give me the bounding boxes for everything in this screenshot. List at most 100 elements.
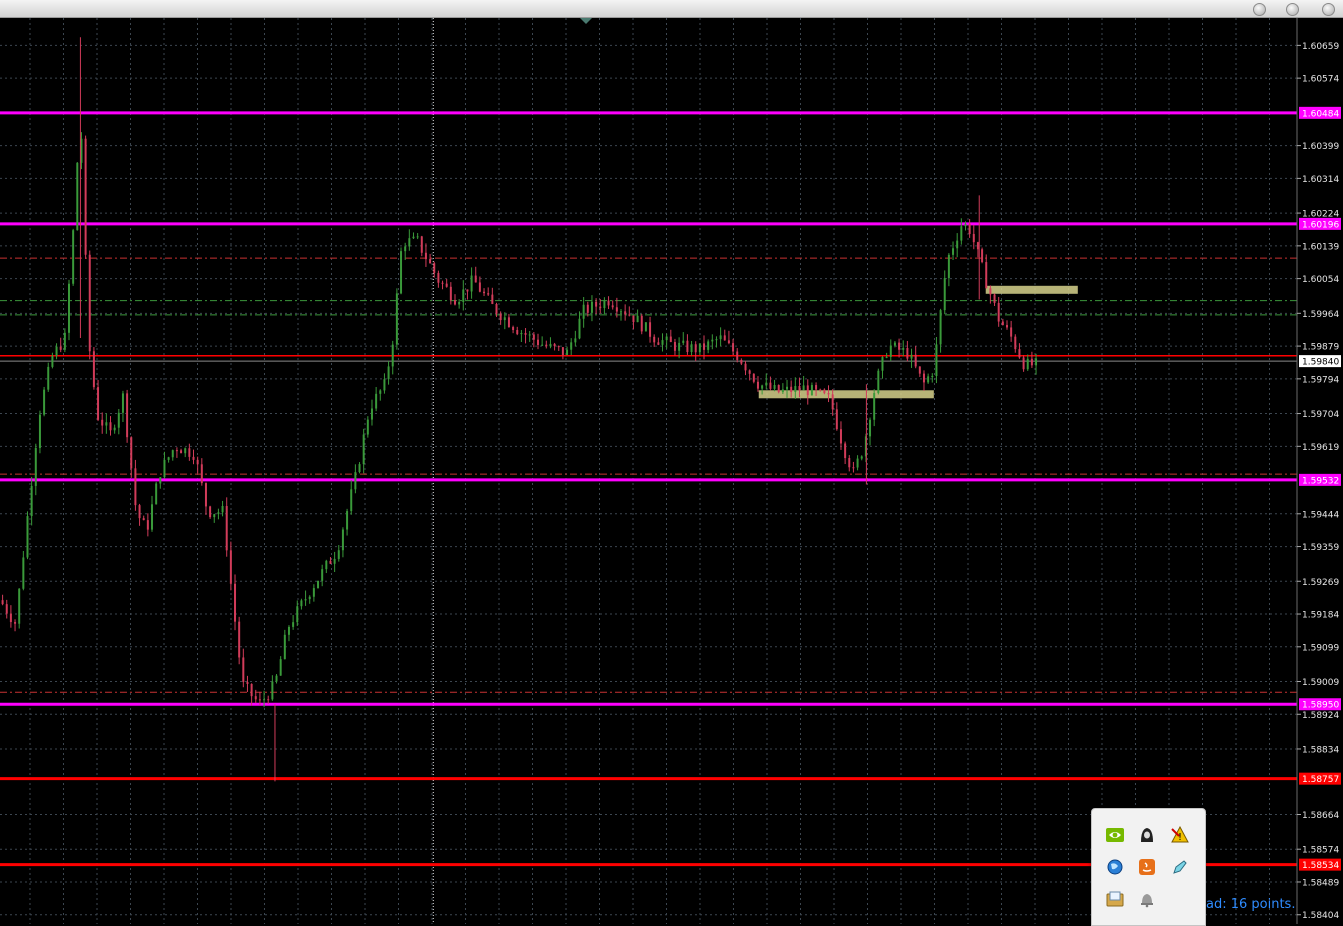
candle-body (1026, 358, 1029, 370)
candle-body (1001, 321, 1004, 326)
candle-body (673, 342, 676, 351)
candle-body (296, 606, 299, 623)
candle-body (611, 305, 614, 308)
candle-body (947, 254, 950, 279)
candle-body (732, 343, 735, 352)
candle-body (333, 558, 336, 564)
price-axis: 1.606591.605741.603991.603141.602241.601… (1296, 18, 1343, 924)
candle-body (462, 289, 465, 303)
candle-body (756, 381, 759, 389)
close-button[interactable] (1322, 3, 1335, 16)
candle-body (922, 373, 925, 383)
candle-body (831, 394, 834, 410)
candle-body (221, 506, 224, 513)
price-tick-label: 1.59269 (1302, 578, 1339, 588)
price-tick-label: 1.59099 (1302, 643, 1339, 653)
candles (1, 37, 1038, 782)
price-tick-label: 1.59619 (1302, 443, 1339, 453)
candle-body (9, 613, 12, 623)
candle-body (798, 386, 801, 391)
candle-body (997, 302, 1000, 322)
nvidia-icon[interactable] (1105, 825, 1125, 845)
candle-body (121, 393, 124, 413)
candle-body (512, 327, 515, 330)
candle-body (420, 236, 423, 253)
candle-body (777, 384, 780, 393)
price-tick-label: 1.58489 (1302, 878, 1339, 888)
candle-body (130, 437, 133, 469)
candle-body (682, 340, 685, 343)
candle-body (445, 283, 448, 287)
bell-icon[interactable] (1137, 889, 1157, 909)
candle-body (532, 334, 535, 340)
candle-body (225, 506, 228, 551)
chart-grid (0, 18, 1297, 924)
candle-body (620, 311, 623, 313)
candle-body (686, 340, 689, 353)
candle-body (769, 382, 772, 389)
candle-body (636, 315, 639, 323)
candle-body (209, 506, 212, 518)
folder-icon[interactable] (1105, 889, 1125, 909)
java-icon[interactable] (1137, 857, 1157, 877)
candle-body (234, 583, 237, 622)
candle-body (524, 333, 527, 335)
candle-body (204, 483, 207, 507)
candle-body (781, 389, 784, 393)
candle-body (317, 580, 320, 589)
candle-body (802, 385, 805, 391)
candle-body (499, 313, 502, 321)
candle-body (889, 345, 892, 357)
candle-body (607, 300, 610, 306)
system-tray-popup: ! (1091, 808, 1206, 926)
level-price-label: 1.58534 (1302, 861, 1339, 871)
zones (758, 285, 1078, 399)
candle-body (283, 634, 286, 660)
candle-body (424, 252, 427, 260)
candle-body (1018, 349, 1021, 358)
minimize-button[interactable] (1253, 3, 1266, 16)
candle-body (869, 419, 872, 437)
price-tick-label: 1.59794 (1302, 375, 1339, 385)
price-tick-label: 1.59184 (1302, 611, 1339, 621)
candle-body (844, 443, 847, 459)
candle-body (827, 393, 830, 395)
candle-body (744, 363, 747, 371)
candle-body (640, 315, 643, 332)
candle-body (449, 286, 452, 301)
candle-body (707, 341, 710, 350)
zoom-button[interactable] (1286, 3, 1299, 16)
candle-body (931, 376, 934, 378)
candle-body (632, 315, 635, 323)
candle-body (715, 339, 718, 341)
candle-body (196, 459, 199, 465)
candle-body (366, 419, 369, 435)
candle-body (408, 238, 411, 247)
globe-icon[interactable] (1105, 857, 1125, 877)
candle-body (321, 569, 324, 581)
candle-body (34, 447, 37, 486)
price-tick-label: 1.60314 (1302, 175, 1339, 185)
candle-body (599, 306, 602, 309)
candle-body (466, 289, 469, 292)
pen-tool-icon[interactable] (1170, 857, 1190, 877)
price-chart[interactable]: 1.606591.605741.603991.603141.602241.601… (0, 18, 1343, 924)
candle-body (902, 348, 905, 350)
candle-body (200, 464, 203, 484)
warning-icon[interactable]: ! (1170, 825, 1190, 845)
candle-body (711, 339, 714, 342)
candle-body (574, 338, 577, 343)
candle-body (628, 314, 631, 316)
candle-body (678, 342, 681, 351)
candle-body (117, 412, 120, 428)
price-tick-label: 1.59359 (1302, 543, 1339, 553)
candle-body (993, 294, 996, 303)
candle-body (88, 254, 91, 352)
hooded-figure-icon[interactable] (1137, 825, 1157, 845)
candle-body (242, 657, 245, 682)
price-tick-label: 1.59964 (1302, 310, 1339, 320)
current-price-label: 1.59840 (1302, 358, 1339, 368)
candle-body (491, 294, 494, 304)
candle-body (92, 351, 95, 388)
candle-body (918, 366, 921, 374)
